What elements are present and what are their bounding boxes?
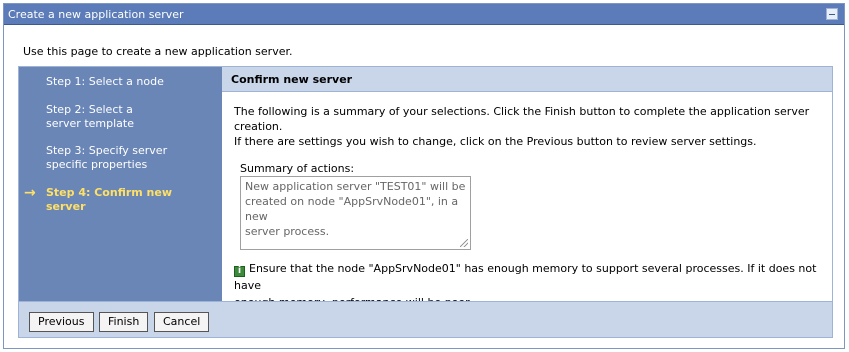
summary-description-line1: The following is a summary of your selec…	[234, 105, 810, 133]
summary-actions-line2: created on node "AppSrvNode01", in a new	[245, 195, 459, 223]
step-1-label: Step 1: Select a node	[46, 75, 164, 88]
wizard-panel: Step 1: Select a node Step 2: Select a s…	[18, 66, 833, 338]
wizard-steps-nav: Step 1: Select a node Step 2: Select a s…	[19, 67, 222, 301]
portlet-titlebar: Create a new application server	[4, 4, 844, 25]
step-3-label-line1: Step 3: Specify server	[46, 144, 168, 157]
step-4-label-line1: Step 4: Confirm new	[46, 186, 173, 199]
info-icon: i	[234, 266, 245, 277]
summary-description-line2: If there are settings you wish to change…	[234, 135, 757, 148]
minimize-icon[interactable]	[826, 8, 838, 20]
finish-button[interactable]: Finish	[99, 312, 149, 332]
cancel-button[interactable]: Cancel	[154, 312, 210, 332]
current-step-arrow-icon: →	[24, 185, 36, 201]
summary-description: The following is a summary of your selec…	[234, 104, 824, 149]
window-title: Create a new application server	[8, 7, 184, 21]
wizard-button-bar: Previous Finish Cancel	[19, 301, 832, 337]
step-1: Step 1: Select a node	[46, 75, 216, 89]
intro-text: Use this page to create a new applicatio…	[23, 45, 293, 58]
summary-actions-line1: New application server "TEST01" will be	[245, 180, 466, 193]
summary-actions-label: Summary of actions:	[240, 162, 355, 175]
step-2: Step 2: Select a server template	[46, 103, 216, 131]
panel-heading: Confirm new server	[222, 67, 832, 92]
summary-actions-line3: server process.	[245, 225, 330, 238]
step-2-label-line2: server template	[46, 117, 134, 130]
info-line1: Ensure that the node "AppSrvNode01" has …	[234, 262, 817, 292]
step-3: Step 3: Specify server specific properti…	[46, 144, 216, 172]
step-4-label-line2: server	[46, 200, 86, 213]
portlet-window: Create a new application server Use this…	[3, 3, 845, 349]
summary-actions-textarea[interactable]: New application server "TEST01" will be …	[240, 176, 471, 250]
wizard-content: Confirm new server The following is a su…	[222, 67, 832, 309]
previous-button[interactable]: Previous	[29, 312, 94, 332]
step-3-label-line2: specific properties	[46, 158, 148, 171]
step-4-current: Step 4: Confirm new server	[46, 186, 216, 214]
resize-grip-icon[interactable]	[460, 239, 468, 247]
step-2-label-line1: Step 2: Select a	[46, 103, 133, 116]
